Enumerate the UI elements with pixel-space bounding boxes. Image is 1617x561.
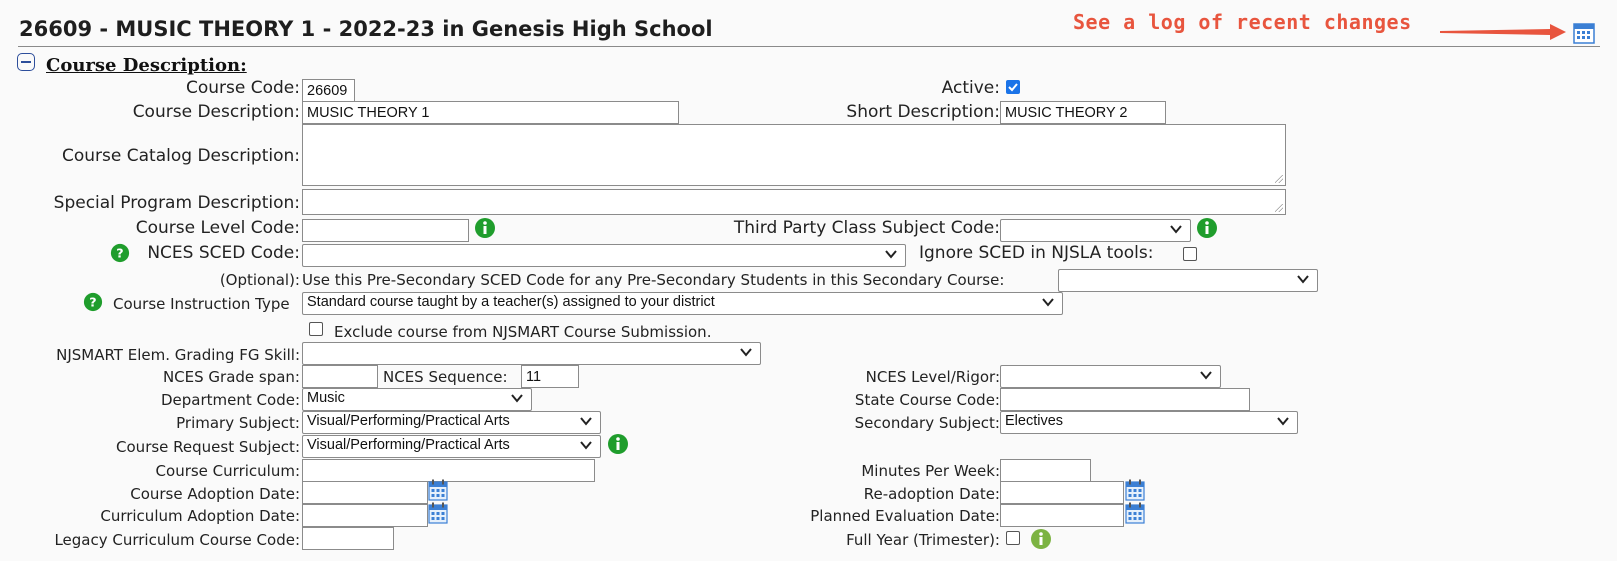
special-program-textarea[interactable] (302, 189, 1286, 215)
state-course-code-field[interactable] (1000, 388, 1250, 411)
pre-secondary-label: Use this Pre-Secondary SCED Code for any… (302, 271, 1005, 289)
ignore-sced-label: Ignore SCED in NJSLA tools: (919, 243, 1154, 263)
change-log-annotation: See a log of recent changes (1073, 10, 1412, 34)
nces-sced-label: NCES SCED Code: (147, 243, 300, 263)
nces-level-rigor-label: NCES Level/Rigor: (865, 368, 1000, 386)
state-course-code-label: State Course Code: (854, 391, 1000, 409)
info-icon[interactable] (607, 433, 629, 455)
help-icon[interactable]: ? (110, 243, 130, 263)
request-subject-select[interactable]: Visual/Performing/Practical Arts (302, 435, 601, 458)
course-code-field[interactable] (302, 79, 355, 102)
page-title: 26609 - MUSIC THEORY 1 - 2022-23 in Gene… (19, 17, 713, 41)
full-year-label: Full Year (Trimester): (846, 531, 1000, 549)
collapse-icon[interactable] (17, 53, 35, 71)
secondary-subject-label: Secondary Subject: (854, 414, 1000, 432)
minutes-per-week-label: Minutes Per Week: (861, 462, 1000, 480)
optional-label: (Optional): (219, 271, 300, 289)
curriculum-adoption-date-label: Curriculum Adoption Date: (100, 507, 300, 525)
pre-secondary-select[interactable] (1058, 269, 1318, 292)
catalog-description-label: Course Catalog Description: (62, 146, 300, 166)
nces-grade-span-field[interactable] (302, 365, 378, 388)
info-icon[interactable] (1196, 217, 1218, 239)
full-year-checkbox[interactable] (1006, 531, 1020, 545)
secondary-subject-select[interactable]: Electives (1000, 411, 1298, 434)
title-divider (18, 46, 1600, 47)
course-adoption-date-label: Course Adoption Date: (130, 485, 300, 503)
course-description-label: Course Description: (132, 102, 300, 122)
primary-subject-select[interactable]: Visual/Performing/Practical Arts (302, 411, 601, 434)
exclude-njsmart-checkbox[interactable] (309, 322, 323, 336)
active-checkbox[interactable] (1006, 80, 1020, 94)
nces-level-rigor-select[interactable] (1000, 365, 1221, 388)
course-code-label: Course Code: (185, 78, 300, 98)
svg-text:?: ? (116, 246, 123, 261)
planned-eval-date-field[interactable] (1000, 504, 1124, 527)
help-icon[interactable]: ? (83, 292, 103, 312)
section-title: Course Description: (46, 55, 247, 76)
calendar-icon[interactable] (428, 502, 448, 524)
third-party-subject-select[interactable] (1000, 219, 1191, 242)
ignore-sced-checkbox[interactable] (1183, 247, 1197, 261)
short-description-field[interactable] (1000, 101, 1166, 124)
catalog-description-textarea[interactable] (302, 124, 1286, 186)
calendar-icon[interactable] (1125, 479, 1145, 501)
course-adoption-date-field[interactable] (302, 481, 428, 504)
svg-text:?: ? (89, 295, 96, 310)
course-curriculum-label: Course Curriculum: (155, 462, 300, 480)
department-code-label: Department Code: (161, 391, 300, 409)
request-subject-label: Course Request Subject: (116, 438, 300, 456)
arrow-icon (1440, 24, 1566, 40)
nces-grade-span-label: NCES Grade span: (162, 368, 300, 386)
curriculum-adoption-date-field[interactable] (302, 504, 428, 527)
third-party-subject-label: Third Party Class Subject Code: (733, 218, 1000, 238)
readoption-date-label: Re-adoption Date: (863, 485, 1000, 503)
instruction-type-select[interactable]: Standard course taught by a teacher(s) a… (302, 292, 1063, 315)
course-level-code-field[interactable] (302, 219, 469, 242)
nces-sequence-field[interactable] (521, 365, 579, 388)
minutes-per-week-field[interactable] (1000, 459, 1091, 482)
info-icon[interactable] (474, 217, 496, 239)
nces-sced-select[interactable] (302, 244, 906, 267)
njsmart-fg-skill-select[interactable] (302, 342, 761, 365)
readoption-date-field[interactable] (1000, 481, 1124, 504)
calendar-icon[interactable] (1125, 502, 1145, 524)
planned-eval-date-label: Planned Evaluation Date: (810, 507, 1000, 525)
calendar-log-icon[interactable] (1573, 22, 1595, 44)
nces-sequence-label: NCES Sequence: (383, 368, 508, 386)
calendar-icon[interactable] (428, 479, 448, 501)
special-program-label: Special Program Description: (53, 193, 300, 213)
active-label: Active: (941, 78, 1000, 98)
legacy-code-label: Legacy Curriculum Course Code: (54, 531, 300, 549)
exclude-njsmart-label: Exclude course from NJSMART Course Submi… (334, 323, 712, 341)
primary-subject-label: Primary Subject: (176, 414, 300, 432)
department-code-select[interactable]: Music (302, 388, 532, 411)
instruction-type-label: Course Instruction Type (113, 295, 290, 313)
njsmart-fg-skill-label: NJSMART Elem. Grading FG Skill: (56, 346, 300, 364)
course-curriculum-field[interactable] (302, 459, 595, 482)
course-description-field[interactable] (302, 101, 679, 124)
info-icon[interactable] (1030, 528, 1052, 550)
legacy-code-field[interactable] (302, 527, 394, 550)
short-description-label: Short Description: (846, 102, 1000, 122)
course-level-code-label: Course Level Code: (135, 218, 300, 238)
